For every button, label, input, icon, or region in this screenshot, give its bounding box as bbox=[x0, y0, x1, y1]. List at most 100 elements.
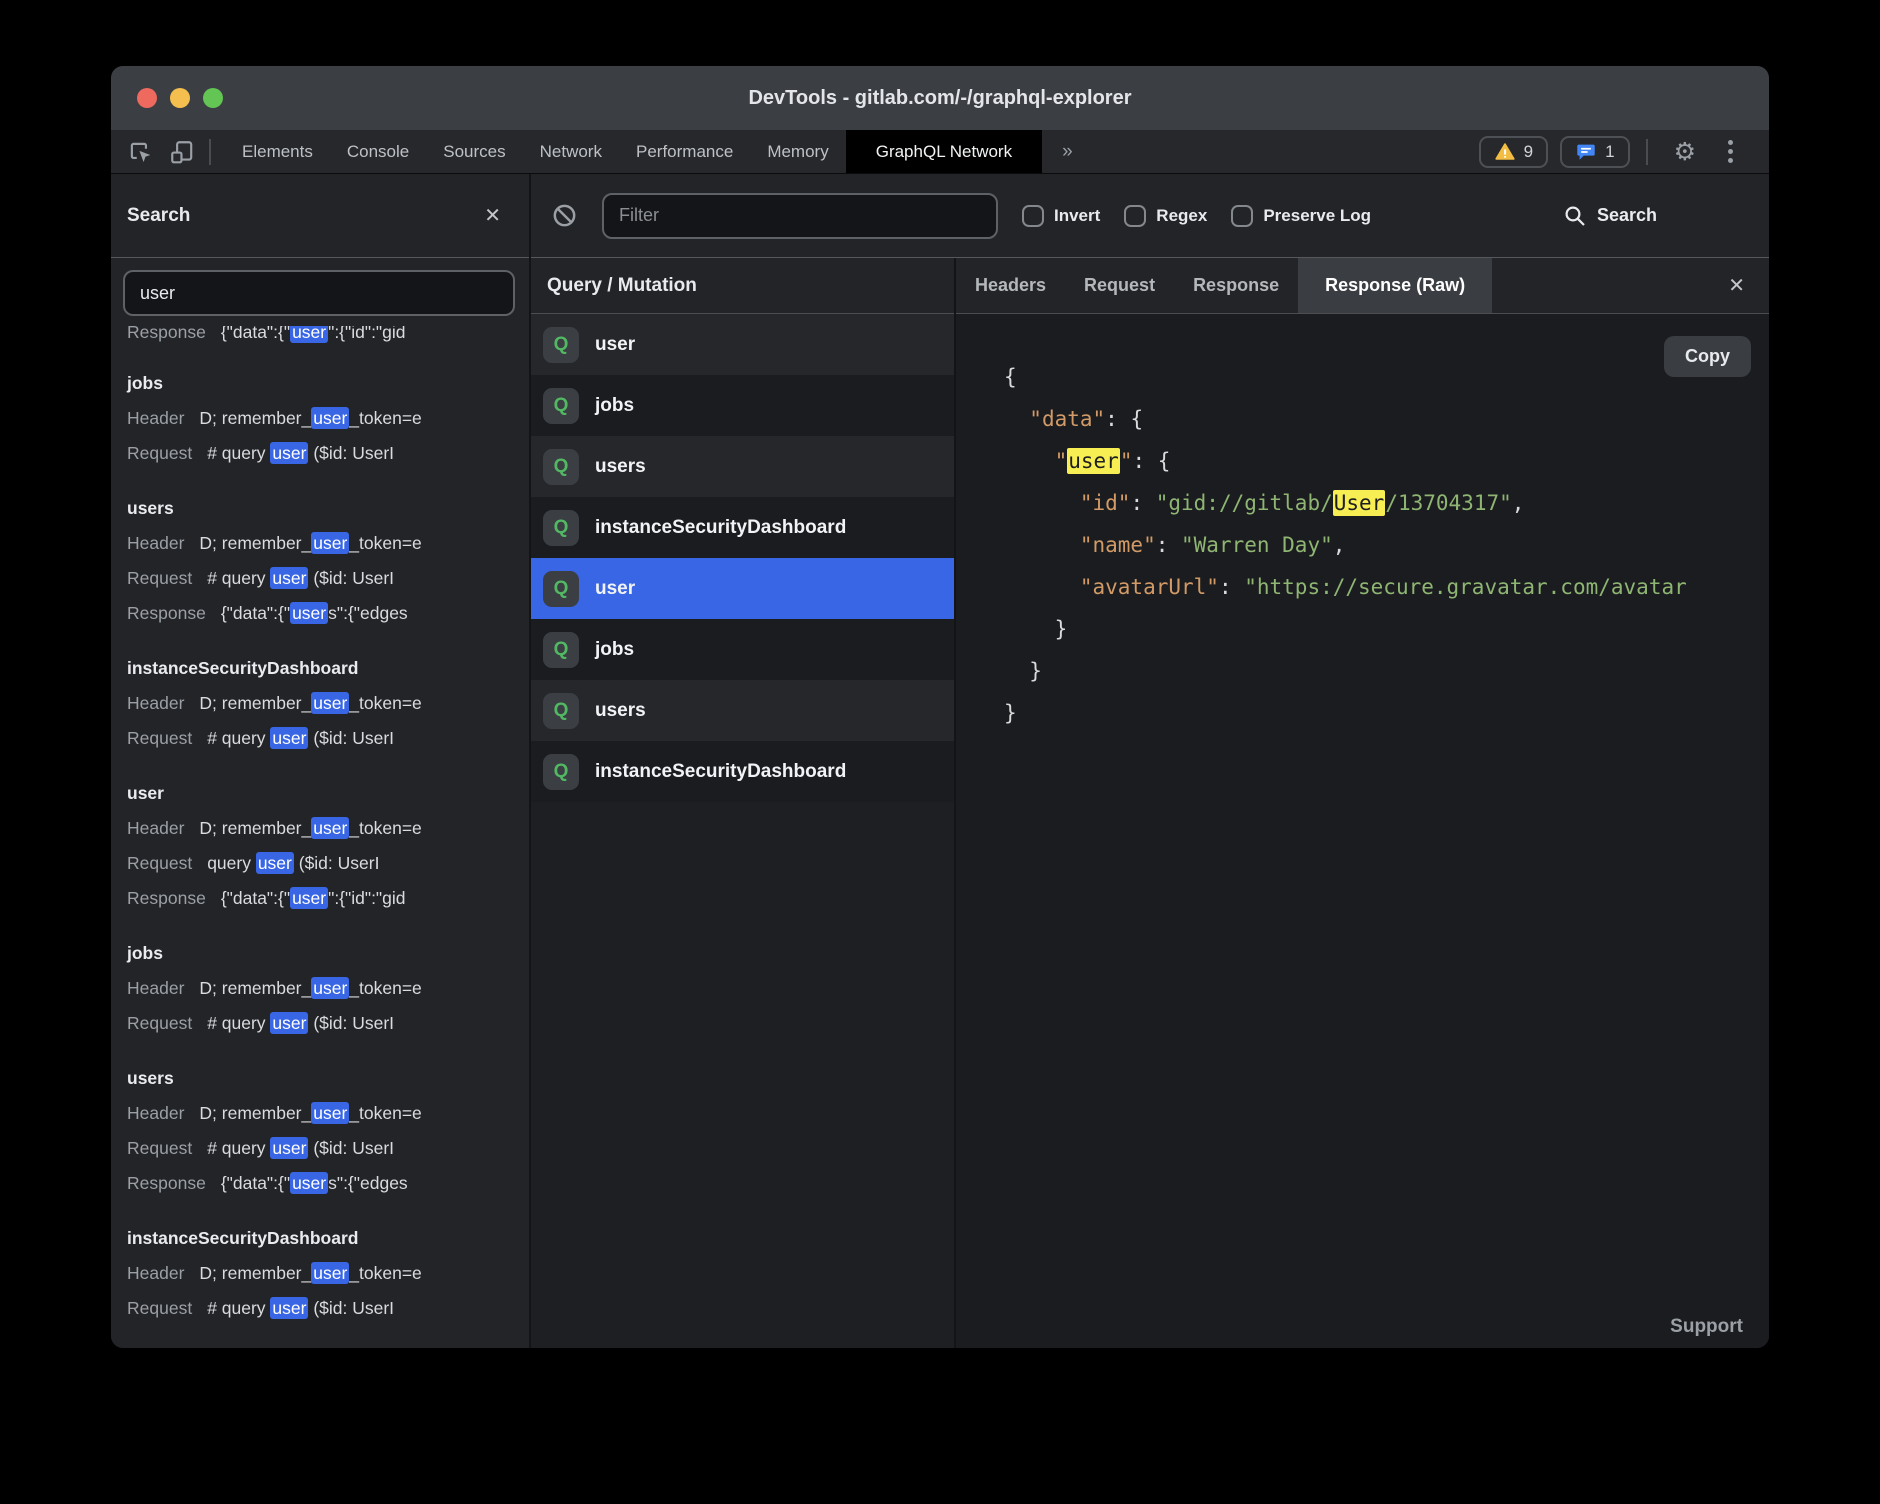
response-tab-request[interactable]: Request bbox=[1065, 258, 1174, 313]
result-text: D; remember_ bbox=[199, 978, 311, 998]
inspect-element-icon[interactable] bbox=[127, 139, 153, 165]
devtools-tabbar: ElementsConsoleSourcesNetworkPerformance… bbox=[111, 130, 1769, 174]
result-line[interactable]: HeaderD; remember_user_token=e bbox=[127, 526, 529, 561]
warnings-badge[interactable]: 9 bbox=[1479, 136, 1548, 168]
result-line[interactable]: HeaderD; remember_user_token=e bbox=[127, 1096, 529, 1131]
json-token bbox=[1004, 575, 1080, 599]
support-link[interactable]: Support bbox=[1670, 1316, 1743, 1338]
copy-button[interactable]: Copy bbox=[1664, 336, 1751, 377]
result-line[interactable]: Response{"data":{"user":{"id":"gid bbox=[127, 326, 529, 350]
more-tabs-chevron[interactable]: » bbox=[1042, 130, 1093, 173]
result-section-title: jobs bbox=[127, 366, 529, 401]
settings-gear-icon[interactable]: ⚙ bbox=[1664, 139, 1706, 164]
json-token: : bbox=[1130, 491, 1155, 515]
tab-sources[interactable]: Sources bbox=[426, 130, 522, 173]
messages-badge[interactable]: 1 bbox=[1560, 136, 1629, 168]
checkbox-preserve-log[interactable]: Preserve Log bbox=[1231, 205, 1371, 227]
result-line[interactable]: HeaderD; remember_user_token=e bbox=[127, 401, 529, 436]
result-line[interactable]: Response{"data":{"users":{"edges bbox=[127, 596, 529, 631]
result-line[interactable]: Request# query user ($id: UserI bbox=[127, 561, 529, 596]
query-mutation-panel: Query / Mutation QuserQjobsQusersQinstan… bbox=[531, 258, 956, 1348]
minimize-window-button[interactable] bbox=[170, 88, 190, 108]
response-raw-view: Copy { "data": { "user": { "id": "gid://… bbox=[956, 314, 1769, 1348]
preserve-log-checkbox[interactable] bbox=[1231, 205, 1253, 227]
query-type-badge: Q bbox=[543, 571, 579, 607]
result-line-label: Response bbox=[127, 603, 206, 623]
response-tabs: HeadersRequestResponseResponse (Raw) ✕ bbox=[956, 258, 1769, 314]
result-line-label: Response bbox=[127, 326, 206, 342]
result-section-users: usersHeaderD; remember_user_token=eReque… bbox=[127, 491, 529, 631]
query-list-item-users[interactable]: Qusers bbox=[531, 436, 954, 497]
result-line[interactable]: Response{"data":{"users":{"edges bbox=[127, 1166, 529, 1201]
tab-memory[interactable]: Memory bbox=[750, 130, 845, 173]
search-close-icon[interactable]: ✕ bbox=[484, 203, 501, 228]
query-list-item-jobs[interactable]: Qjobs bbox=[531, 375, 954, 436]
query-type-badge: Q bbox=[543, 754, 579, 790]
regex-checkbox[interactable] bbox=[1124, 205, 1146, 227]
zoom-window-button[interactable] bbox=[203, 88, 223, 108]
toolbar-search-button[interactable]: Search bbox=[1563, 204, 1657, 228]
tab-network[interactable]: Network bbox=[523, 130, 619, 173]
query-item-label: users bbox=[595, 456, 646, 478]
result-line[interactable]: Request# query user ($id: UserI bbox=[127, 436, 529, 471]
json-token: " bbox=[1120, 449, 1133, 473]
query-list-item-user[interactable]: Quser bbox=[531, 314, 954, 375]
query-item-label: user bbox=[595, 578, 635, 600]
toolbar-checkboxes: Invert Regex Preserve Log bbox=[1022, 205, 1371, 227]
query-type-badge: Q bbox=[543, 632, 579, 668]
tab-console[interactable]: Console bbox=[330, 130, 426, 173]
match-highlight: user bbox=[270, 1012, 308, 1034]
result-line[interactable]: Request# query user ($id: UserI bbox=[127, 1006, 529, 1041]
result-line[interactable]: HeaderD; remember_user_token=e bbox=[127, 686, 529, 721]
response-close-icon[interactable]: ✕ bbox=[1728, 273, 1745, 298]
checkbox-invert[interactable]: Invert bbox=[1022, 205, 1100, 227]
query-type-badge: Q bbox=[543, 693, 579, 729]
query-list-item-instancesecuritydashboard[interactable]: QinstanceSecurityDashboard bbox=[531, 741, 954, 802]
result-section-title: instanceSecurityDashboard bbox=[127, 1221, 529, 1256]
response-tab-response[interactable]: Response bbox=[1174, 258, 1298, 313]
search-results-list: Response{"data":{"user":{"id":"gid jobsH… bbox=[111, 322, 529, 1348]
result-line[interactable]: HeaderD; remember_user_token=e bbox=[127, 1256, 529, 1291]
device-toolbar-icon[interactable] bbox=[169, 139, 195, 165]
query-list-item-users[interactable]: Qusers bbox=[531, 680, 954, 741]
result-line[interactable]: Requestquery user ($id: UserI bbox=[127, 846, 529, 881]
match-highlight: user bbox=[270, 1137, 308, 1159]
result-line[interactable]: HeaderD; remember_user_token=e bbox=[127, 971, 529, 1006]
network-toolbar: Invert Regex Preserve Log Search bbox=[531, 174, 1769, 258]
match-highlight: user bbox=[270, 727, 308, 749]
response-tab-headers[interactable]: Headers bbox=[956, 258, 1065, 313]
result-line[interactable]: Request# query user ($id: UserI bbox=[127, 1291, 529, 1326]
response-tabs-list: HeadersRequestResponseResponse (Raw) bbox=[956, 258, 1492, 313]
tab-performance[interactable]: Performance bbox=[619, 130, 750, 173]
match-highlight: user bbox=[256, 852, 294, 874]
regex-label: Regex bbox=[1156, 206, 1207, 226]
result-line-label: Request bbox=[127, 1138, 192, 1158]
tab-graphql-network[interactable]: GraphQL Network bbox=[846, 130, 1042, 173]
invert-checkbox[interactable] bbox=[1022, 205, 1044, 227]
clear-block-icon[interactable] bbox=[551, 202, 578, 229]
result-text: # query bbox=[207, 1298, 270, 1318]
result-text: _token=e bbox=[349, 818, 422, 838]
match-highlight: user bbox=[290, 1172, 328, 1194]
result-line[interactable]: Request# query user ($id: UserI bbox=[127, 721, 529, 756]
clipped-result-line[interactable]: Response{"data":{"user":{"id":"gid bbox=[127, 326, 529, 352]
result-line[interactable]: HeaderD; remember_user_token=e bbox=[127, 811, 529, 846]
tab-elements[interactable]: Elements bbox=[225, 130, 330, 173]
query-list-item-instancesecuritydashboard[interactable]: QinstanceSecurityDashboard bbox=[531, 497, 954, 558]
result-line[interactable]: Response{"data":{"user":{"id":"gid bbox=[127, 881, 529, 916]
more-options-icon[interactable] bbox=[1718, 140, 1743, 163]
filter-input[interactable] bbox=[602, 193, 998, 239]
response-tab-response-raw[interactable]: Response (Raw) bbox=[1298, 258, 1492, 313]
query-list-item-user[interactable]: Quser bbox=[531, 558, 954, 619]
result-text: ($id: UserI bbox=[308, 443, 394, 463]
search-input[interactable] bbox=[123, 270, 515, 316]
match-highlight: user bbox=[311, 692, 349, 714]
result-text: {"data":{" bbox=[221, 888, 290, 908]
result-text: # query bbox=[207, 1013, 270, 1033]
json-token: , bbox=[1512, 491, 1525, 515]
checkbox-regex[interactable]: Regex bbox=[1124, 205, 1207, 227]
query-list-item-jobs[interactable]: Qjobs bbox=[531, 619, 954, 680]
close-window-button[interactable] bbox=[137, 88, 157, 108]
json-line: { bbox=[1004, 356, 1769, 398]
result-line[interactable]: Request# query user ($id: UserI bbox=[127, 1131, 529, 1166]
